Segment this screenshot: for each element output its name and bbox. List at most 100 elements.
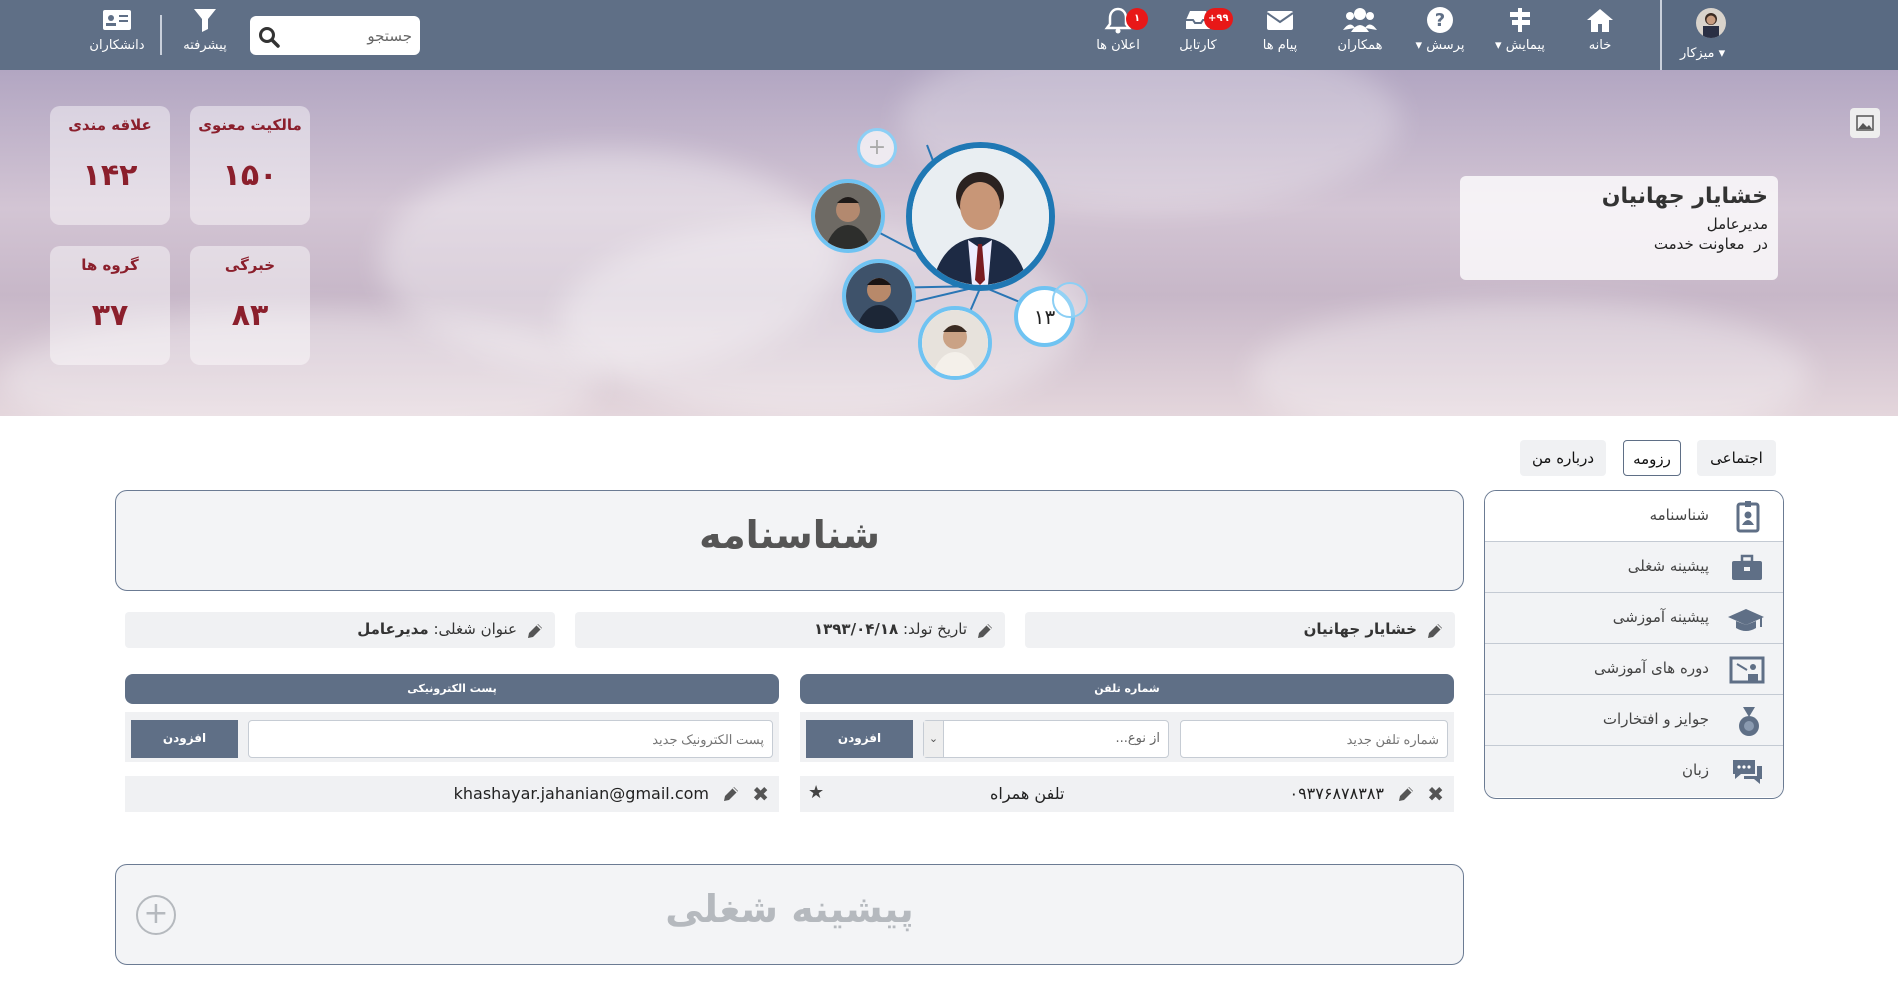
stat-groups[interactable]: گروه ها ۳۷ — [50, 246, 170, 365]
advanced-search-label: پیشرفته — [183, 38, 227, 53]
nav-home-label: خانه — [1588, 38, 1612, 53]
signpost-icon — [1510, 8, 1530, 32]
menu-item-identity[interactable]: شناسنامه — [1485, 491, 1783, 542]
pencil-icon[interactable] — [721, 784, 741, 804]
students-button[interactable]: دانشکاران — [77, 6, 157, 53]
topbar-separator — [160, 15, 162, 55]
connection-avatar[interactable] — [811, 179, 885, 253]
email-input-row: افزودن — [125, 712, 779, 762]
profile-name: خشایار جهانیان — [1601, 184, 1768, 209]
cartable-badge: +۹۹ — [1204, 8, 1233, 30]
email-entry: ✖ khashayar.jahanian@gmail.com — [125, 776, 779, 812]
phone-input[interactable] — [1180, 720, 1448, 758]
stat-label: گروه ها — [81, 256, 139, 274]
full-name-field[interactable]: خشایار جهانیان — [1025, 612, 1455, 648]
nav-survey-label: ▾ پیمایش — [1495, 38, 1545, 53]
menu-item-language[interactable]: زبان — [1485, 746, 1783, 797]
add-connection-button[interactable]: + — [857, 128, 897, 168]
advanced-search-button[interactable]: پیشرفته — [165, 6, 245, 53]
profile-organization: در معاونت خدمت — [1653, 235, 1768, 253]
profile-role: مدیرعامل — [1706, 215, 1768, 233]
search-icon[interactable] — [258, 26, 280, 48]
menu-item-label: شناسنامه — [1649, 506, 1709, 524]
image-icon — [1856, 115, 1874, 131]
birth-date-field[interactable]: تاریخ تولد: ۱۳۹۳/۰۴/۱۸ — [575, 612, 1005, 648]
user-menu-label: میزکار ▾ — [1680, 46, 1726, 61]
pencil-icon[interactable] — [975, 621, 995, 641]
stat-expertise[interactable]: خبرگی ۸۳ — [190, 246, 310, 365]
phone-type-placeholder: از نوع... — [1115, 731, 1160, 746]
phone-type-label: تلفن همراه — [990, 784, 1065, 803]
medal-icon — [1739, 707, 1759, 736]
connection-avatar[interactable] — [842, 259, 916, 333]
user-avatar — [1696, 8, 1726, 38]
pencil-icon[interactable] — [1425, 621, 1445, 641]
tab-about-me[interactable]: درباره من — [1520, 440, 1606, 476]
nav-ask-label: ▾ پرسش — [1415, 38, 1465, 53]
delete-icon[interactable]: ✖ — [752, 782, 769, 806]
phone-number: ۰۹۳۷۶۸۷۸۳۸۳ — [1289, 784, 1384, 803]
delete-icon[interactable]: ✖ — [1427, 782, 1444, 806]
birth-date-text: تاریخ تولد: ۱۳۹۳/۰۴/۱۸ — [813, 620, 967, 638]
menu-item-courses[interactable]: دوره های آموزشی — [1485, 644, 1783, 695]
menu-item-awards[interactable]: جوایز و افتخارات — [1485, 695, 1783, 746]
nav-ask[interactable]: ? ▾ پرسش — [1400, 6, 1480, 53]
email-input[interactable] — [248, 720, 773, 758]
envelope-icon — [1266, 11, 1294, 30]
id-card-icon — [103, 10, 131, 30]
pencil-icon[interactable] — [1396, 784, 1416, 804]
job-title-text: عنوان شغلی: مدیرعامل — [357, 620, 517, 638]
presentation-icon — [1729, 656, 1765, 684]
phone-header: شماره تلفن — [800, 674, 1454, 704]
chevron-down-icon[interactable]: ⌄ — [924, 721, 944, 757]
menu-item-career[interactable]: پیشینه شغلی — [1485, 542, 1783, 593]
pencil-icon[interactable] — [525, 621, 545, 641]
section-title: شناسنامه — [699, 513, 880, 557]
phone-type-select[interactable]: از نوع... ⌄ — [923, 720, 1169, 758]
stat-label: خبرگی — [224, 256, 276, 274]
svg-text:?: ? — [1435, 10, 1445, 31]
nav-cartable[interactable]: +۹۹ کارتابل — [1158, 6, 1238, 53]
nav-cartable-label: کارتابل — [1179, 38, 1217, 53]
tab-social[interactable]: اجتماعی — [1697, 440, 1776, 476]
job-title-field[interactable]: عنوان شغلی: مدیرعامل — [125, 612, 555, 648]
search-box[interactable] — [250, 16, 420, 55]
menu-item-education[interactable]: پیشینه آموزشی — [1485, 593, 1783, 644]
search-input[interactable] — [288, 16, 412, 55]
home-icon — [1587, 9, 1613, 32]
tab-resume[interactable]: رزومه — [1623, 440, 1681, 476]
menu-item-label: پیشینه شغلی — [1627, 557, 1709, 575]
nav-notifications[interactable]: ۱ اعلان ها — [1078, 6, 1158, 53]
stat-intellectual-property[interactable]: مالکیت معنوی ۱۵۰ — [190, 106, 310, 225]
stat-value: ۳۷ — [91, 298, 129, 333]
nav-messages-label: پیام ها — [1262, 38, 1298, 53]
menu-item-label: پیشینه آموزشی — [1612, 608, 1709, 626]
nav-colleagues[interactable]: همکاران — [1320, 6, 1400, 53]
stat-value: ۱۵۰ — [222, 158, 278, 193]
connection-avatar[interactable] — [918, 306, 992, 380]
question-icon: ? — [1427, 7, 1453, 33]
user-menu[interactable]: میزکار ▾ — [1660, 0, 1898, 70]
full-name-value: خشایار جهانیان — [1303, 620, 1417, 638]
add-email-button[interactable]: افزودن — [131, 720, 238, 758]
career-section-header: پیشینه شغلی + — [115, 864, 1464, 965]
add-phone-button[interactable]: افزودن — [806, 720, 913, 758]
identity-section-header: شناسنامه — [115, 490, 1464, 591]
email-address: khashayar.jahanian@gmail.com — [453, 784, 709, 803]
top-navigation-bar: میزکار ▾ خانه ▾ پیمایش ? ▾ پرسش همکاران … — [0, 0, 1898, 70]
email-header: پست الکترونیکی — [125, 674, 779, 704]
stat-interests[interactable]: علاقه مندی ۱۴۲ — [50, 106, 170, 225]
nav-survey[interactable]: ▾ پیمایش — [1480, 6, 1560, 53]
star-icon[interactable]: ★ — [808, 782, 824, 803]
profile-cover-banner: مالکیت معنوی ۱۵۰ علاقه مندی ۱۴۲ خبرگی ۸۳… — [0, 70, 1898, 416]
add-career-button[interactable]: + — [136, 895, 176, 935]
graduation-cap-icon — [1728, 609, 1764, 631]
section-title: پیشینه شغلی — [665, 887, 914, 931]
decorative-bubble — [1052, 282, 1088, 318]
phone-input-row: از نوع... ⌄ افزودن — [800, 712, 1454, 762]
change-cover-button[interactable] — [1850, 108, 1880, 138]
nav-messages[interactable]: پیام ها — [1240, 6, 1320, 53]
stat-label: علاقه مندی — [68, 116, 152, 134]
stat-value: ۸۳ — [231, 298, 269, 333]
nav-home[interactable]: خانه — [1560, 6, 1640, 53]
